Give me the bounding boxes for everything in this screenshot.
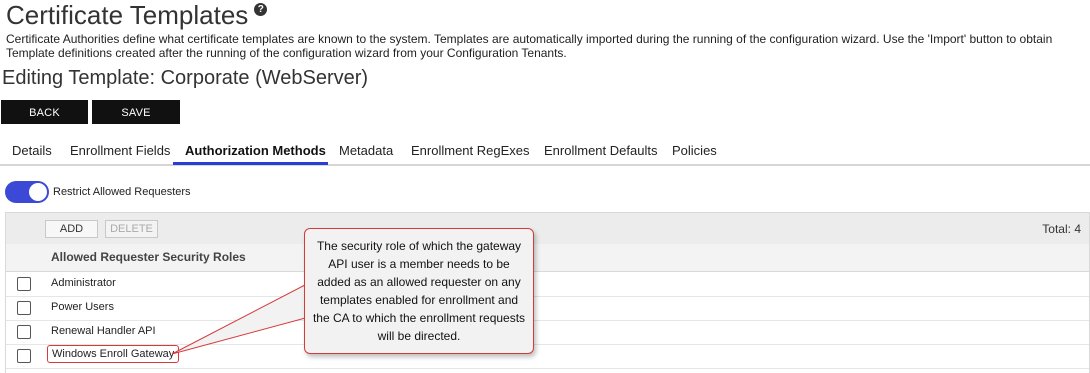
tab-bar: Details Enrollment Fields Authorization … [0,140,1090,166]
requester-roles-grid: ADD DELETE Total: 4 Allowed Requester Se… [5,212,1090,373]
column-header-roles[interactable]: Allowed Requester Security Roles [51,250,246,264]
total-count: Total: 4 [1042,222,1081,236]
add-button[interactable]: ADD [45,220,98,238]
tab-policies[interactable]: Policies [672,143,717,158]
table-row[interactable]: Windows Enroll Gateway [6,344,1089,369]
tab-metadata[interactable]: Metadata [339,143,393,158]
grid-header: Allowed Requester Security Roles [6,244,1089,272]
tab-enrollment-fields[interactable]: Enrollment Fields [70,143,170,158]
active-tab-indicator [173,162,328,165]
role-cell: Administrator [51,277,116,289]
role-cell: Power Users [51,301,114,313]
row-checkbox[interactable] [17,349,31,363]
back-button[interactable]: BACK [1,100,88,124]
row-checkbox[interactable] [17,325,31,339]
role-cell-highlighted: Windows Enroll Gateway [47,345,180,363]
tab-enrollment-defaults[interactable]: Enrollment Defaults [544,143,657,158]
page-title-wrap: Certificate Templates ? [6,0,268,31]
row-checkbox[interactable] [17,277,31,291]
table-row[interactable]: Renewal Handler API [6,320,1089,345]
question-circle-icon[interactable]: ? [254,3,268,16]
page-title: Certificate Templates [6,0,249,30]
page-description: Certificate Authorities define what cert… [6,32,1053,60]
save-button[interactable]: SAVE [92,100,180,124]
restrict-requesters-toggle[interactable] [5,181,49,203]
tab-authorization-methods[interactable]: Authorization Methods [185,143,326,158]
editing-template-title: Editing Template: Corporate (WebServer) [2,67,369,89]
tab-enrollment-regexes[interactable]: Enrollment RegExes [411,143,530,158]
delete-button[interactable]: DELETE [105,220,158,238]
annotation-callout: The security role of which the gateway A… [304,228,534,354]
grid-toolbar: ADD DELETE Total: 4 [6,213,1089,245]
table-row[interactable]: Administrator [6,272,1089,297]
restrict-requesters-label: Restrict Allowed Requesters [53,186,191,198]
row-checkbox[interactable] [17,301,31,315]
tab-details[interactable]: Details [12,143,52,158]
table-row[interactable]: Power Users [6,296,1089,321]
toggle-knob [29,183,47,201]
role-cell: Renewal Handler API [51,325,156,337]
